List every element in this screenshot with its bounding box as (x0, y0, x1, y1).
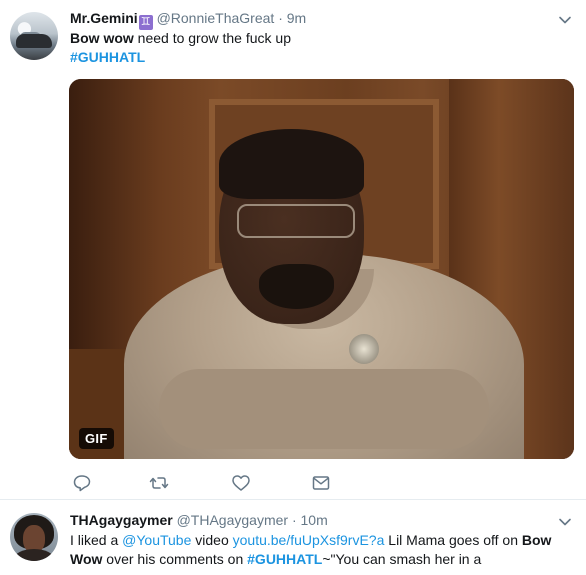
retweet-icon[interactable] (149, 473, 169, 493)
gemini-emoji: ♊ (138, 15, 153, 30)
badge (349, 334, 379, 364)
tweet[interactable]: THAgaygaymer @THAgaygaymer · 10m I liked… (0, 501, 586, 575)
tweet-header: Mr.Gemini ♊ @RonnieThaGreat · 9m (70, 9, 306, 30)
display-name[interactable]: THAgaygaymer (70, 512, 173, 528)
text-segment: I liked a (70, 532, 123, 548)
hashtag-link[interactable]: #GUHHATL (247, 551, 322, 567)
timestamp[interactable]: 10m (301, 512, 328, 528)
chevron-down-icon[interactable] (558, 515, 572, 529)
url-link[interactable]: youtu.be/fuUpXsf9rvE?a (233, 532, 385, 548)
text-segment: over his comments on (102, 551, 248, 567)
hair (219, 129, 364, 199)
bold-text: Bow wow (70, 30, 134, 46)
shoulder-shape (14, 549, 54, 561)
text-segment: Lil Mama goes off on (384, 532, 522, 548)
beard (259, 264, 334, 309)
gif-media[interactable]: GIF (69, 79, 574, 459)
tweet[interactable]: Mr.Gemini ♊ @RonnieThaGreat · 9m Bow wow … (0, 0, 586, 500)
mention-link[interactable]: @YouTube (122, 532, 191, 548)
crossed-arms (159, 369, 489, 449)
envelope-icon[interactable] (311, 473, 331, 493)
hashtag-link[interactable]: #GUHHATL (70, 49, 145, 65)
text-segment: need to grow the fuck up (133, 30, 291, 46)
heart-icon[interactable] (231, 473, 251, 493)
text-segment: video (191, 532, 233, 548)
tweet-header: THAgaygaymer @THAgaygaymer · 10m (70, 511, 328, 529)
separator: · (278, 10, 283, 26)
reply-icon[interactable] (72, 473, 92, 493)
gif-badge: GIF (79, 428, 114, 449)
car-shape (16, 34, 52, 48)
user-handle[interactable]: @THAgaygaymer (177, 512, 288, 528)
chevron-down-icon[interactable] (558, 13, 572, 27)
bold-text: Bow (521, 532, 552, 548)
tweet-text: Bow wow need to grow the fuck up #GUHHAT… (70, 29, 570, 67)
glasses (237, 204, 355, 238)
tweet-text: I liked a @YouTube video youtu.be/fuUpXs… (70, 531, 570, 569)
avatar[interactable] (10, 12, 58, 60)
bold-text: Wow (70, 551, 103, 567)
avatar[interactable] (10, 513, 58, 561)
separator: · (291, 512, 297, 528)
display-name[interactable]: Mr.Gemini (70, 10, 138, 26)
action-bar (72, 473, 332, 493)
text-segment: ~"You can smash her in a (322, 551, 482, 567)
timestamp[interactable]: 9m (287, 10, 306, 26)
user-handle[interactable]: @RonnieThaGreat (157, 10, 275, 26)
